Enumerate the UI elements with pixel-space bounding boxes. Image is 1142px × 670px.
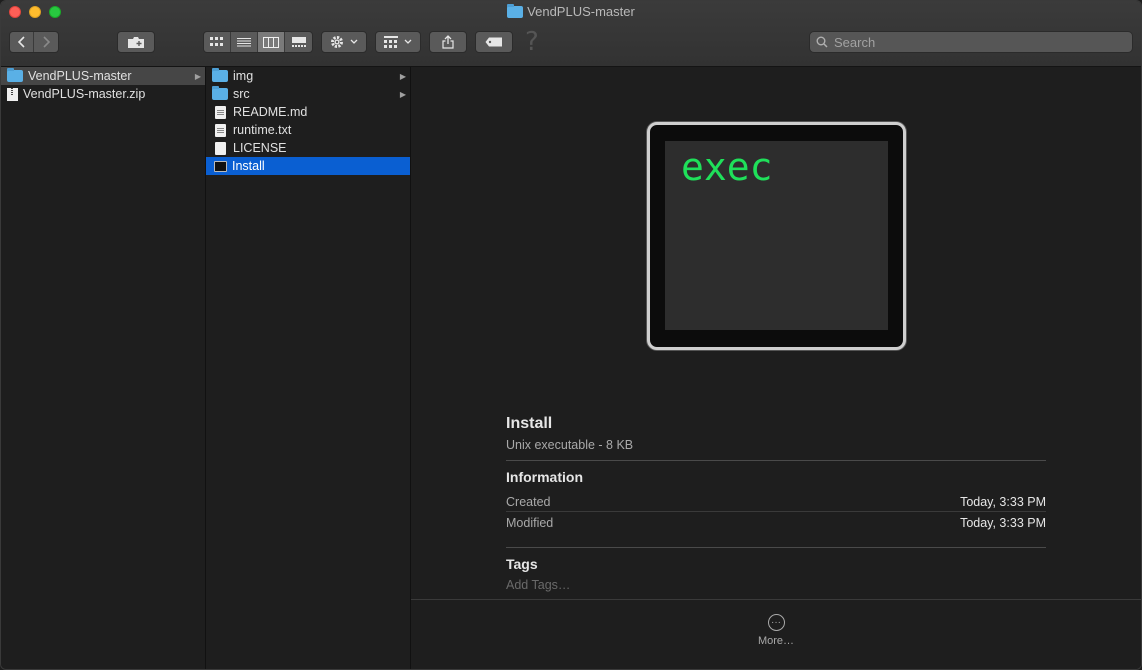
disclosure-arrow-icon: ▶ [399, 89, 406, 99]
group-by-button[interactable] [375, 31, 421, 53]
toolbar: VendPLUS-master ? Search [1, 1, 1141, 67]
list-item-src[interactable]: src ▶ [206, 85, 410, 103]
divider [506, 547, 1046, 548]
window-title: VendPLUS-master [1, 3, 1141, 19]
divider [506, 460, 1046, 461]
back-forward-group [9, 31, 59, 53]
preview-pane: exec Install Unix executable - 8 KB Info… [411, 67, 1141, 669]
column-view-button[interactable] [258, 32, 285, 52]
document-icon [215, 141, 226, 155]
gear-icon [331, 36, 343, 48]
chevron-down-icon [404, 39, 412, 44]
list-item-label: README.md [233, 105, 308, 119]
list-item-label: VendPLUS-master.zip [23, 87, 146, 101]
finder-window: VendPLUS-master ? Search VendPLUS-master… [0, 0, 1142, 670]
list-item-license[interactable]: LICENSE [206, 139, 410, 157]
info-panel: Install Unix executable - 8 KB Informati… [506, 415, 1046, 592]
executable-icon [214, 160, 227, 172]
grid-icon [210, 37, 223, 46]
folder-icon [212, 68, 228, 82]
list-item-vendplus-master[interactable]: VendPLUS-master ▶ [1, 67, 205, 85]
file-kind: Unix executable - 8 KB [506, 438, 634, 452]
columns-icon [263, 36, 279, 48]
list-view-button[interactable] [231, 32, 258, 52]
exec-label: exec [681, 145, 773, 189]
gallery-view-button[interactable] [285, 32, 312, 52]
list-item-install[interactable]: Install [206, 157, 410, 175]
list-item-label: Install [232, 159, 265, 173]
share-icon [442, 35, 454, 49]
chevron-left-icon [17, 36, 25, 48]
chevron-right-icon [43, 36, 51, 48]
disclosure-arrow-icon: ▶ [399, 71, 406, 81]
list-item-runtime[interactable]: runtime.txt [206, 121, 410, 139]
document-icon [215, 123, 226, 137]
search-icon [816, 36, 828, 48]
list-icon [237, 38, 251, 47]
modified-row: Modified Today, 3:33 PM [506, 513, 1046, 532]
icon-view-button[interactable] [204, 32, 231, 52]
ellipsis-icon: ··· [767, 614, 785, 631]
view-mode-group [203, 31, 313, 53]
help-icon[interactable]: ? [525, 27, 539, 57]
disclosure-arrow-icon: ▶ [194, 71, 201, 81]
zip-file-icon [7, 87, 18, 101]
new-folder-icon [128, 36, 144, 48]
modified-value: Today, 3:33 PM [960, 515, 1046, 530]
chevron-down-icon [350, 39, 358, 44]
list-item-vendplus-master-zip[interactable]: VendPLUS-master.zip [1, 85, 205, 103]
tags-button[interactable] [475, 31, 513, 53]
terminal-screen: exec [665, 141, 888, 330]
list-item-label: img [233, 69, 254, 83]
preview-footer: ··· More… [411, 599, 1141, 669]
group-grid-icon [384, 36, 398, 48]
search-field[interactable] [809, 31, 1133, 53]
list-item-label: VendPLUS-master [28, 69, 132, 83]
gallery-icon [291, 37, 306, 47]
search-input[interactable] [834, 34, 1124, 50]
list-item-label: src [233, 87, 250, 101]
document-icon [215, 105, 226, 119]
created-label: Created [506, 495, 551, 509]
folder-icon [7, 68, 23, 82]
new-folder-button[interactable] [117, 31, 155, 53]
column-1: VendPLUS-master ▶ VendPLUS-master.zip [1, 67, 206, 669]
list-item-readme[interactable]: README.md [206, 103, 410, 121]
more-button[interactable]: ··· More… [756, 614, 796, 647]
share-button[interactable] [429, 31, 467, 53]
more-label: More… [757, 635, 795, 647]
folder-icon [212, 86, 228, 100]
modified-label: Modified [506, 515, 554, 530]
information-heading: Information [506, 469, 583, 485]
file-name: Install [506, 415, 553, 432]
forward-button[interactable] [34, 32, 58, 52]
tags-heading: Tags [506, 556, 538, 572]
tag-icon [485, 37, 502, 47]
list-item-label: runtime.txt [233, 123, 292, 137]
window-title-text: VendPLUS-master [527, 4, 635, 19]
column-2: img ▶ src ▶ README.md runtime.txt LICENS… [206, 67, 411, 669]
created-value: Today, 3:33 PM [960, 495, 1046, 509]
executable-preview-icon: exec [647, 122, 906, 350]
back-button[interactable] [10, 32, 35, 52]
list-item-label: LICENSE [233, 141, 287, 155]
add-tags-field[interactable]: Add Tags… [506, 578, 1046, 592]
list-item-img[interactable]: img ▶ [206, 67, 410, 85]
action-menu-button[interactable] [321, 31, 367, 53]
created-row: Created Today, 3:33 PM [506, 493, 1046, 512]
folder-icon [507, 3, 524, 18]
